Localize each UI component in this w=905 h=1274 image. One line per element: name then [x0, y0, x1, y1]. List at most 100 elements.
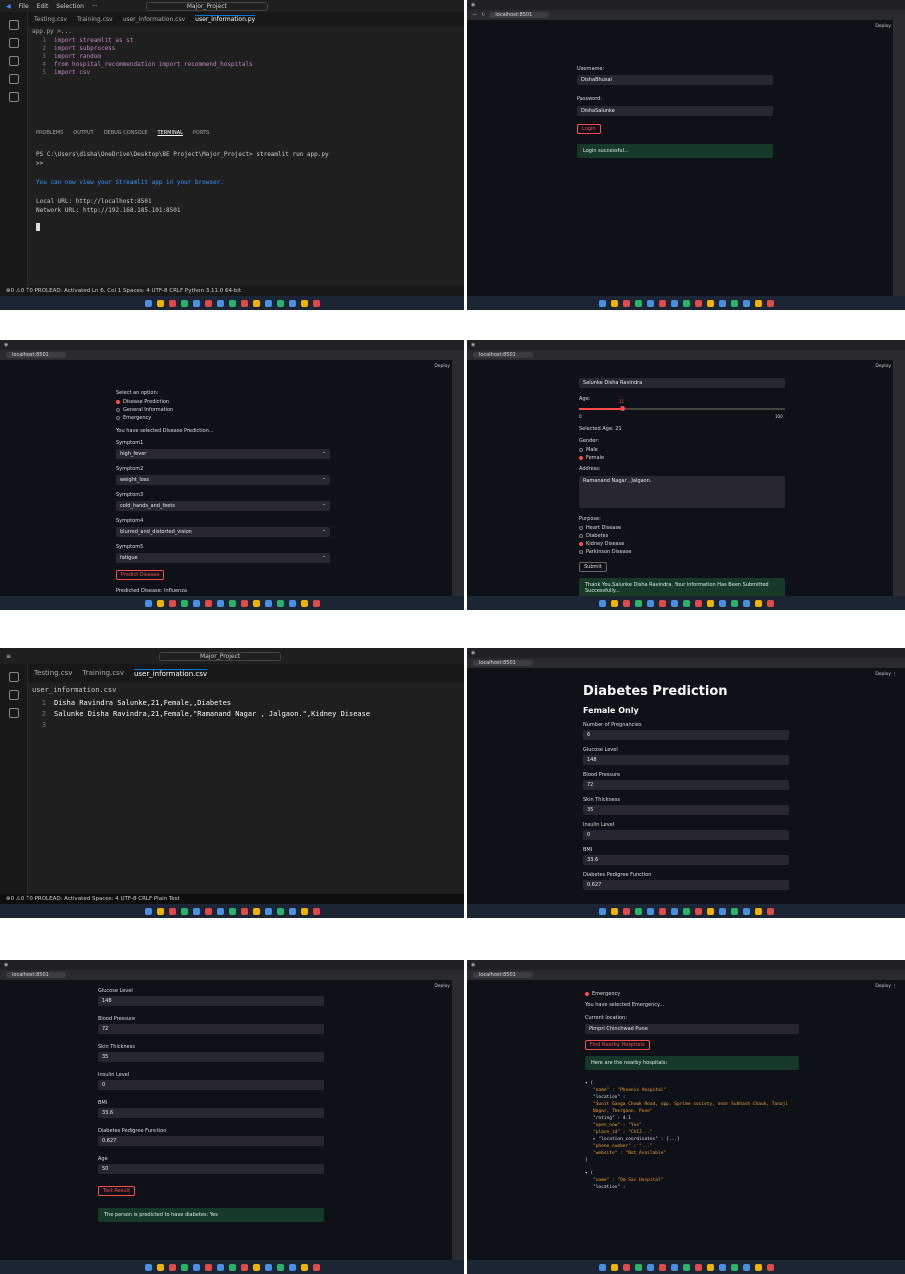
insulin-input[interactable]: 0	[98, 1080, 324, 1090]
activity-bar	[0, 664, 28, 894]
glucose-input[interactable]: 148	[98, 996, 324, 1006]
age-slider-handle[interactable]	[620, 406, 625, 411]
explorer-icon[interactable]	[8, 672, 19, 682]
code-line: 2 import subprocess	[42, 45, 116, 52]
url-field[interactable]: localhost:8501	[473, 660, 533, 666]
browser-diabetes-prediction: ◉ localhost:8501 Deploy ⋮ Diabetes Predi…	[467, 648, 905, 918]
radio-male[interactable]: Male	[579, 446, 604, 454]
search-icon[interactable]	[8, 38, 19, 48]
tab-icon: ◉	[4, 962, 9, 968]
symptom4-select[interactable]: blurred_and_distorted_vision	[116, 527, 330, 537]
tab-output[interactable]: OUTPUT	[73, 130, 93, 136]
reload-icon[interactable]: ↻	[481, 12, 485, 18]
json-line[interactable]: ▾ {	[585, 1080, 805, 1087]
taskbar	[0, 296, 464, 310]
explorer-icon[interactable]	[8, 20, 19, 30]
symptom2-select[interactable]: weight_loss	[116, 475, 330, 485]
source-control-icon[interactable]	[8, 56, 19, 66]
address-bar: localhost:8501	[467, 970, 905, 980]
radio-disease-prediction[interactable]: Disease Prediction	[116, 398, 173, 406]
radio-heart[interactable]: Heart Disease	[579, 524, 631, 532]
search-box[interactable]: Major_Project	[145, 1, 268, 11]
tab-testing[interactable]: Testing.csv	[34, 669, 72, 677]
extensions-icon[interactable]	[8, 92, 19, 102]
tab-debug-console[interactable]: DEBUG CONSOLE	[104, 130, 148, 136]
radio-emergency[interactable]: Emergency	[116, 414, 173, 422]
tab-terminal[interactable]: TERMINAL	[157, 130, 182, 136]
taskbar	[0, 904, 464, 918]
menu-icon[interactable]: ≡	[6, 653, 11, 660]
back-icon[interactable]: ←	[473, 12, 477, 18]
username-input[interactable]: DishaBhusal	[577, 75, 773, 85]
symptom3-select[interactable]: cold_hands_and_feets	[116, 501, 330, 511]
field-label: Blood Pressure	[98, 1016, 136, 1022]
radio-kidney[interactable]: Kidney Disease	[579, 540, 631, 548]
skin-thickness-input[interactable]: 35	[583, 805, 789, 815]
pedigree-input[interactable]: 0.627	[583, 880, 789, 890]
tab-problems[interactable]: PROBLEMS	[36, 130, 63, 136]
run-debug-icon[interactable]	[8, 74, 19, 84]
source-control-icon[interactable]	[8, 708, 19, 718]
insulin-input[interactable]: 0	[583, 830, 789, 840]
menu-selection[interactable]: Selection	[56, 3, 84, 10]
pedigree-input[interactable]: 0.627	[98, 1136, 324, 1146]
url-field[interactable]: localhost:8501	[473, 972, 533, 978]
json-line[interactable]: ▸ "location_coordinates" : {...}	[585, 1136, 805, 1143]
json-line[interactable]: ▾ {	[585, 1170, 805, 1177]
deploy-button[interactable]: Deploy ⋮	[875, 672, 897, 677]
url-field[interactable]: localhost:8501	[473, 352, 533, 358]
radio-general-information[interactable]: General Information	[116, 406, 173, 414]
find-hospitals-button[interactable]: Find Nearby Hospitals	[585, 1040, 650, 1050]
age-input[interactable]: 50	[98, 1164, 324, 1174]
name-input[interactable]: Salunke Disha Ravindra	[579, 378, 785, 388]
deploy-button[interactable]: Deploy ⋮	[875, 984, 897, 989]
tab-training[interactable]: Training.csv	[77, 16, 113, 23]
test-result-button[interactable]: Test Result	[98, 1186, 135, 1196]
address-bar: localhost:8501	[467, 350, 905, 360]
menu-more[interactable]: ···	[92, 3, 98, 10]
bmi-input[interactable]: 33.6	[583, 855, 789, 865]
tab-ports[interactable]: PORTS	[193, 130, 209, 136]
skin-thickness-input[interactable]: 35	[98, 1052, 324, 1062]
tab-testing[interactable]: Testing.csv	[34, 16, 67, 23]
symptom5-select[interactable]: fatigue	[116, 553, 330, 563]
url-field[interactable]: localhost:8501	[6, 972, 66, 978]
json-line: "open_now" : "Yes"	[593, 1123, 642, 1128]
tab-user-info-csv[interactable]: user_information.csv	[123, 16, 186, 23]
gender-radio-group: Male Female	[579, 446, 604, 462]
address-textarea[interactable]: Ramanand Nagar , Jalgaon.	[579, 476, 785, 508]
location-input[interactable]: Pimpri Chinchwad Pune	[585, 1024, 799, 1034]
submit-button[interactable]: Submit	[579, 562, 607, 572]
tab-training[interactable]: Training.csv	[82, 669, 123, 677]
blood-pressure-input[interactable]: 72	[583, 780, 789, 790]
radio-emergency[interactable]: Emergency	[585, 990, 620, 998]
url-field[interactable]: localhost:8501	[6, 352, 66, 358]
radio-diabetes[interactable]: Diabetes	[579, 532, 631, 540]
terminal-line: You can now view your Streamlit app in y…	[36, 179, 224, 186]
browser-tabbar: ◉	[467, 960, 905, 970]
login-button[interactable]: Login	[577, 124, 601, 134]
search-box[interactable]: Major_Project	[159, 651, 282, 661]
password-input[interactable]: DishaSalunke	[577, 106, 773, 116]
radio-female[interactable]: Female	[579, 454, 604, 462]
bmi-input[interactable]: 33.6	[98, 1108, 324, 1118]
symptom1-select[interactable]: high_fever	[116, 449, 330, 459]
menu-file[interactable]: File	[19, 3, 29, 10]
pregnancies-input[interactable]: 6	[583, 730, 789, 740]
tab-user-info-csv[interactable]: user_information.csv	[133, 668, 208, 678]
code-line: 3	[41, 721, 46, 729]
vscode-logo-icon: ◀	[6, 2, 11, 10]
tab-user-info-py[interactable]: user_information.py	[195, 15, 256, 23]
search-icon[interactable]	[8, 690, 19, 700]
age-slider[interactable]	[579, 408, 785, 410]
symptom2-label: Symptom2	[116, 466, 144, 472]
url-field[interactable]: localhost:8501	[489, 12, 550, 18]
glucose-input[interactable]: 148	[583, 755, 789, 765]
json-line: "Sunit Ganga Chowk Road, opp. Sprime soc…	[593, 1102, 789, 1114]
blood-pressure-input[interactable]: 72	[98, 1024, 324, 1034]
menu-edit[interactable]: Edit	[37, 3, 49, 10]
radio-parkinson[interactable]: Parkinson Disease	[579, 548, 631, 556]
predict-button[interactable]: Predict Disease	[116, 570, 165, 580]
browser-emergency: ◉ localhost:8501 Deploy ⋮ Emergency You …	[467, 960, 905, 1274]
taskbar	[467, 596, 905, 610]
